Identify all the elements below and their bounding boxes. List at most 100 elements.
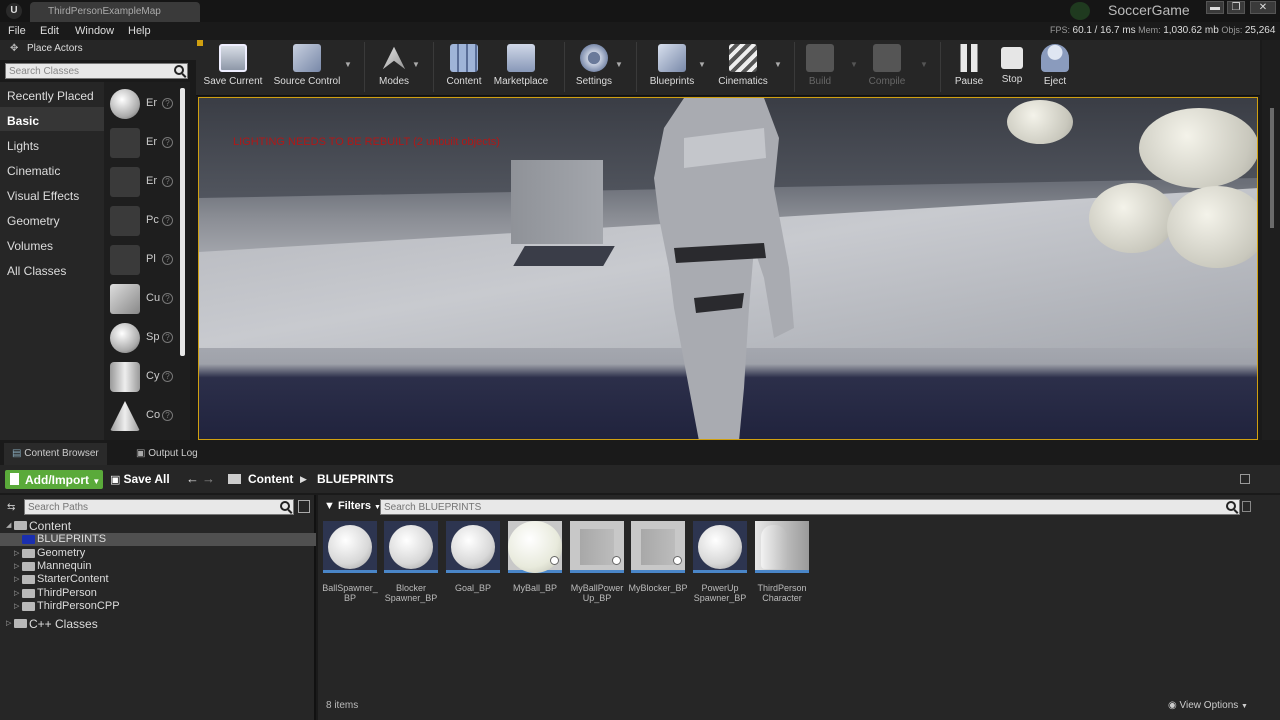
category-volumes[interactable]: Volumes: [0, 232, 104, 256]
cinematics-button[interactable]: Cinematics: [712, 42, 774, 92]
path-view-options-icon[interactable]: [298, 500, 310, 513]
minimize-button[interactable]: ▬: [1206, 1, 1224, 14]
build-dropdown[interactable]: ▼: [850, 60, 858, 69]
save-all-button[interactable]: ▣ Save All: [110, 472, 170, 486]
actor-item-point-light[interactable]: Pc ?: [108, 203, 176, 239]
asset-blocker-spawner-bp[interactable]: Blocker Spawner_BP: [384, 521, 438, 611]
search-paths-field[interactable]: [24, 499, 294, 515]
help-icon[interactable]: ?: [162, 176, 173, 187]
stop-button[interactable]: Stop: [994, 42, 1030, 92]
modes-dropdown[interactable]: ▼: [412, 60, 420, 69]
search-assets-input[interactable]: [381, 500, 1201, 514]
build-button[interactable]: Build: [800, 42, 840, 92]
view-options-button[interactable]: ◉ View Options ▼: [1168, 700, 1248, 711]
help-icon[interactable]: ?: [162, 254, 173, 265]
actor-item-empty-pawn[interactable]: Er ?: [108, 164, 176, 200]
asset-third-person-character[interactable]: ThirdPerson Character: [755, 521, 809, 611]
marketplace-button[interactable]: Marketplace: [490, 42, 552, 92]
expand-arrow-icon[interactable]: ▷: [14, 602, 19, 610]
asset-my-ball-power-up-bp[interactable]: MyBallPower Up_BP: [570, 521, 624, 611]
settings-dropdown[interactable]: ▼: [615, 60, 623, 69]
settings-button[interactable]: Settings: [570, 42, 618, 92]
tree-item-cpp-classes[interactable]: ▷ C++ Classes: [0, 617, 316, 631]
search-paths-input[interactable]: [25, 500, 265, 514]
blueprints-button[interactable]: Blueprints: [644, 42, 700, 92]
menu-window[interactable]: Window: [75, 25, 114, 37]
actor-item-player-start[interactable]: Pl ?: [108, 242, 176, 278]
actor-item-cube[interactable]: Cu ?: [108, 281, 176, 317]
back-arrow-icon[interactable]: ←: [186, 471, 199, 486]
expand-arrow-icon[interactable]: ▷: [14, 575, 19, 583]
forward-arrow-icon[interactable]: →: [202, 471, 215, 486]
actor-item-cone[interactable]: Co ?: [108, 398, 176, 434]
blueprints-dropdown[interactable]: ▼: [698, 60, 706, 69]
pause-button[interactable]: Pause: [950, 42, 988, 92]
help-icon[interactable]: ?: [162, 215, 173, 226]
asset-goal-bp[interactable]: Goal_BP: [446, 521, 500, 611]
search-classes-field[interactable]: [5, 63, 188, 79]
breadcrumb-content[interactable]: Content: [248, 472, 293, 486]
modes-button[interactable]: Modes: [372, 42, 416, 92]
close-button[interactable]: ✕: [1250, 1, 1276, 14]
help-icon[interactable]: ?: [162, 332, 173, 343]
level-viewport[interactable]: LIGHTING NEEDS TO BE REBUILT (2 unbuilt …: [198, 97, 1258, 440]
place-actors-scrollbar[interactable]: [180, 88, 185, 356]
help-icon[interactable]: ?: [162, 293, 173, 304]
help-icon[interactable]: ?: [162, 410, 173, 421]
asset-my-ball-bp[interactable]: MyBall_BP: [508, 521, 562, 611]
expand-arrow-icon[interactable]: ▷: [14, 589, 19, 597]
right-scrollbar[interactable]: [1270, 108, 1274, 228]
maximize-button[interactable]: ❐: [1227, 1, 1245, 14]
actor-item-cylinder[interactable]: Cy ?: [108, 359, 176, 395]
actor-item-empty-character[interactable]: Er ?: [108, 125, 176, 161]
category-cinematic[interactable]: Cinematic: [0, 157, 104, 181]
category-basic[interactable]: Basic: [0, 107, 104, 131]
sources-toggle-icon[interactable]: ⇆: [7, 502, 15, 513]
source-control-dropdown[interactable]: ▼: [344, 60, 352, 69]
category-all-classes[interactable]: All Classes: [0, 257, 104, 281]
search-classes-input[interactable]: [6, 64, 171, 78]
menu-file[interactable]: File: [8, 25, 26, 37]
add-import-button[interactable]: Add/Import ▼: [5, 470, 103, 489]
compile-button[interactable]: Compile: [864, 42, 910, 92]
category-recently-placed[interactable]: Recently Placed: [0, 82, 104, 106]
tab-output-log[interactable]: ▣ Output Log: [128, 443, 206, 465]
help-icon[interactable]: ?: [162, 371, 173, 382]
asset-power-up-spawner-bp[interactable]: PowerUp Spawner_BP: [693, 521, 747, 611]
expand-arrow-icon[interactable]: ▷: [6, 619, 11, 627]
source-control-button[interactable]: Source Control: [270, 42, 344, 92]
asset-ball-spawner-bp[interactable]: BallSpawner_ BP: [322, 521, 378, 611]
asset-my-blocker-bp[interactable]: MyBlocker_BP: [628, 521, 688, 611]
menu-edit[interactable]: Edit: [40, 25, 59, 37]
tree-item-third-person-cpp[interactable]: ▷ ThirdPersonCPP: [0, 600, 316, 613]
breadcrumb-blueprints[interactable]: BLUEPRINTS: [317, 472, 394, 486]
tree-item-mannequin[interactable]: ▷ Mannequin: [0, 560, 316, 573]
search-assets-field[interactable]: [380, 499, 1240, 515]
content-button[interactable]: Content: [442, 42, 486, 92]
category-geometry[interactable]: Geometry: [0, 207, 104, 231]
tab-content-browser[interactable]: ▤ Content Browser: [4, 443, 107, 465]
tree-item-geometry[interactable]: ▷ Geometry: [0, 547, 316, 560]
cinematics-dropdown[interactable]: ▼: [774, 60, 782, 69]
expand-arrow-icon[interactable]: ▷: [14, 562, 19, 570]
actor-item-sphere[interactable]: Sp ?: [108, 320, 176, 356]
help-icon[interactable]: ?: [162, 137, 173, 148]
compile-dropdown[interactable]: ▼: [920, 60, 928, 69]
expand-arrow-icon[interactable]: ▷: [14, 549, 19, 557]
tree-item-third-person[interactable]: ▷ ThirdPerson: [0, 587, 316, 600]
help-icon[interactable]: ?: [162, 98, 173, 109]
lock-icon[interactable]: [1240, 474, 1250, 484]
menu-help[interactable]: Help: [128, 25, 151, 37]
category-visual-effects[interactable]: Visual Effects: [0, 182, 104, 206]
level-tab[interactable]: ThirdPersonExampleMap: [30, 2, 200, 22]
eject-button[interactable]: Eject: [1036, 42, 1074, 92]
tree-item-blueprints[interactable]: BLUEPRINTS: [0, 533, 316, 546]
category-lights[interactable]: Lights: [0, 132, 104, 156]
save-search-icon[interactable]: [1242, 501, 1251, 512]
expand-arrow-icon[interactable]: ◢: [6, 521, 11, 529]
tree-item-starter-content[interactable]: ▷ StarterContent: [0, 573, 316, 586]
save-current-button[interactable]: Save Current: [200, 42, 266, 92]
actor-item-empty-actor[interactable]: Er ?: [108, 86, 176, 122]
filters-button[interactable]: ▼ Filters ▼: [324, 500, 381, 512]
tree-item-content[interactable]: ◢ Content: [0, 519, 316, 533]
